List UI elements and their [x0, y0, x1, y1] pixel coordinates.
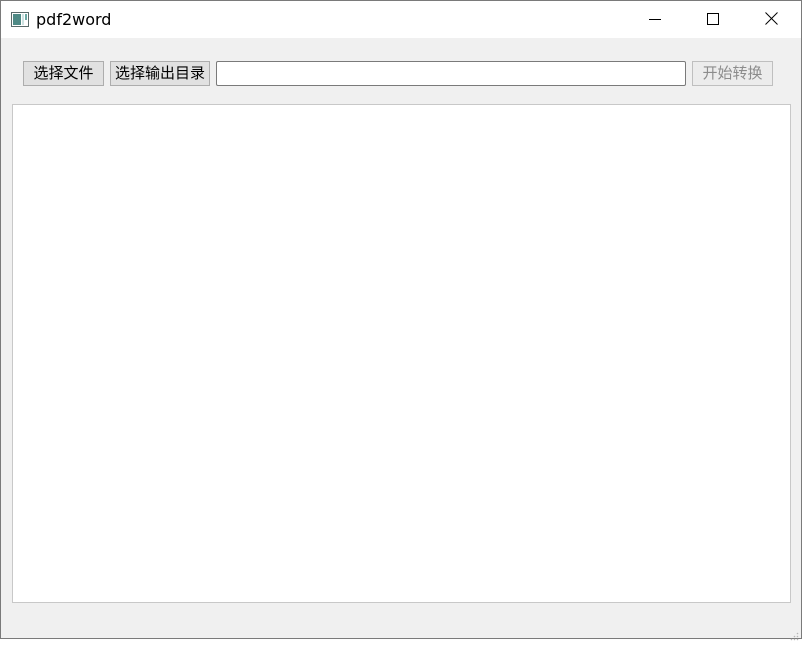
select-output-dir-button[interactable]: 选择输出目录	[110, 61, 210, 86]
window-title: pdf2word	[36, 10, 112, 29]
app-window: pdf2word 选择文件 选择输出目录 开始转换	[0, 0, 802, 641]
close-icon	[764, 10, 778, 29]
minimize-button[interactable]	[626, 1, 684, 38]
log-text-area[interactable]	[12, 104, 791, 603]
title-bar[interactable]: pdf2word	[1, 1, 801, 38]
maximize-icon	[707, 10, 719, 29]
app-window-icon	[11, 12, 29, 27]
maximize-button[interactable]	[684, 1, 742, 38]
resize-grip-icon[interactable]	[789, 626, 799, 641]
minimize-icon	[649, 10, 661, 29]
select-file-button[interactable]: 选择文件	[23, 61, 104, 86]
start-convert-button[interactable]: 开始转换	[692, 61, 773, 86]
close-button[interactable]	[742, 1, 800, 38]
path-input[interactable]	[216, 61, 686, 86]
